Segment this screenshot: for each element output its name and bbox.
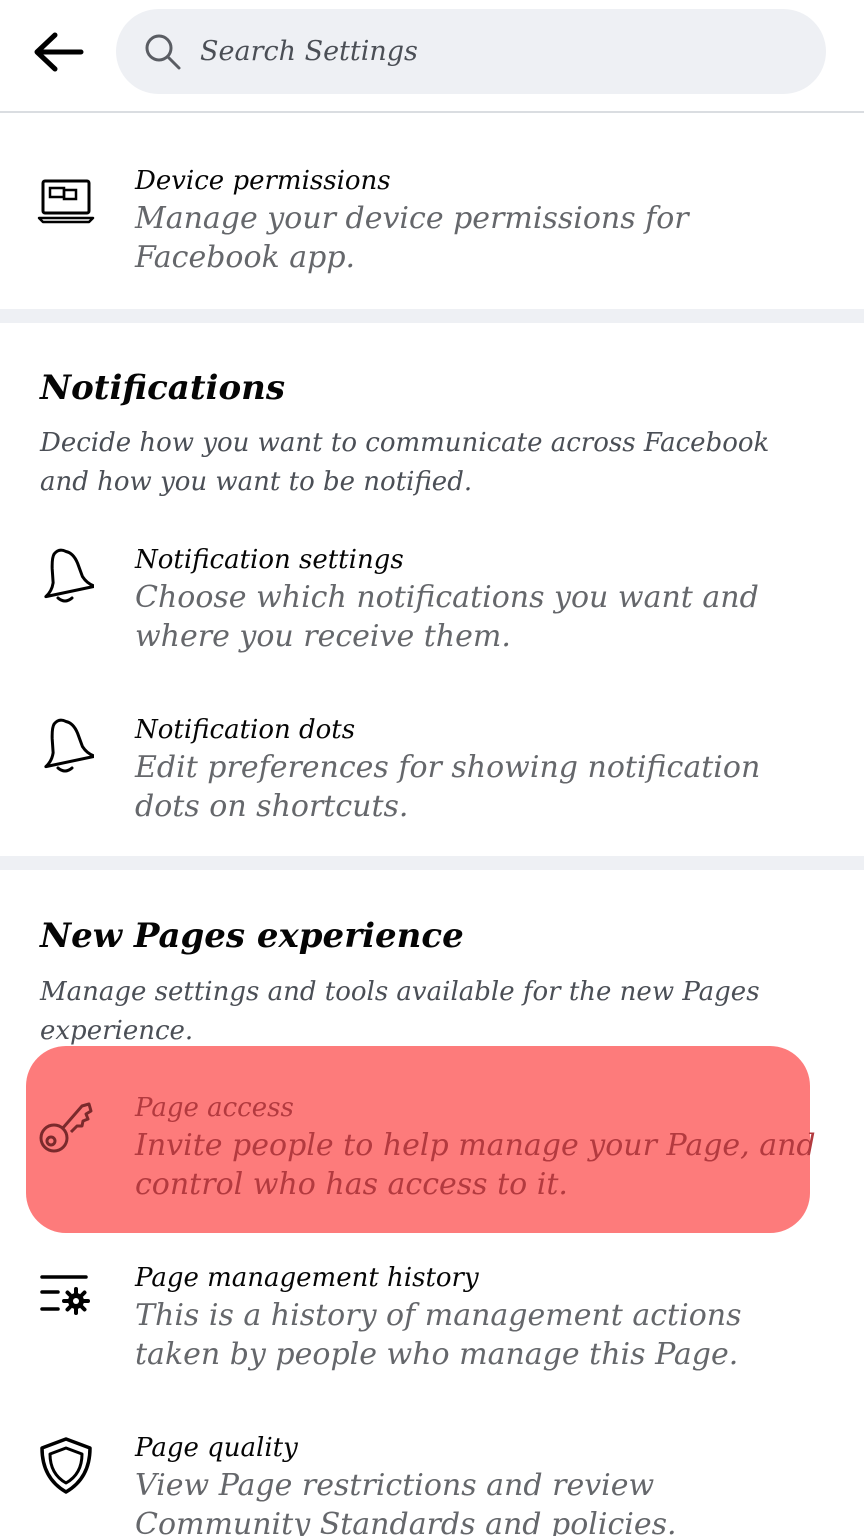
notification-settings-item[interactable]: Notification settings Choose which notif… — [0, 544, 864, 664]
notification-dots-description: Edit preferences for showing notificatio… — [135, 750, 761, 824]
device-permissions-description: Manage your device permissions for Faceb… — [135, 201, 689, 275]
notification-dots-title: Notification dots — [135, 715, 356, 745]
laptop-icon — [36, 171, 96, 231]
page-access-item[interactable]: Page access Invite people to help manage… — [0, 1092, 864, 1212]
new-pages-heading: New Pages experience — [40, 916, 464, 956]
notification-settings-description: Choose which notifications you want and … — [135, 580, 759, 654]
key-icon — [36, 1096, 96, 1156]
bell-icon — [36, 716, 96, 776]
page-management-history-title: Page management history — [135, 1263, 479, 1293]
search-input[interactable] — [200, 36, 760, 67]
section-divider — [0, 309, 864, 323]
device-permissions-title: Device permissions — [135, 166, 391, 196]
settings-page: Device permissions Manage your device pe… — [0, 0, 864, 1536]
page-access-description: Invite people to help manage your Page, … — [135, 1128, 816, 1202]
header — [0, 0, 864, 113]
search-icon — [144, 32, 184, 72]
shield-icon — [36, 1436, 96, 1496]
notification-dots-item[interactable]: Notification dots Edit preferences for s… — [0, 714, 864, 834]
page-quality-description: View Page restrictions and review Commun… — [135, 1468, 677, 1536]
page-management-history-item[interactable]: Page management history This is a histor… — [0, 1262, 864, 1382]
device-permissions-item[interactable]: Device permissions Manage your device pe… — [0, 165, 864, 285]
search-bar[interactable] — [116, 9, 826, 94]
page-quality-title: Page quality — [135, 1433, 298, 1463]
bell-icon — [36, 546, 96, 606]
notifications-heading: Notifications — [40, 368, 285, 408]
back-button[interactable] — [28, 26, 88, 78]
section-divider — [0, 856, 864, 870]
list-gear-icon — [36, 1266, 96, 1326]
page-access-title: Page access — [135, 1093, 294, 1123]
page-management-history-description: This is a history of management actions … — [135, 1298, 742, 1372]
notifications-description: Decide how you want to communicate acros… — [40, 428, 770, 497]
back-arrow-icon — [34, 32, 84, 72]
new-pages-description: Manage settings and tools available for … — [40, 977, 760, 1046]
notification-settings-title: Notification settings — [135, 545, 404, 575]
page-quality-item[interactable]: Page quality View Page restrictions and … — [0, 1432, 864, 1536]
